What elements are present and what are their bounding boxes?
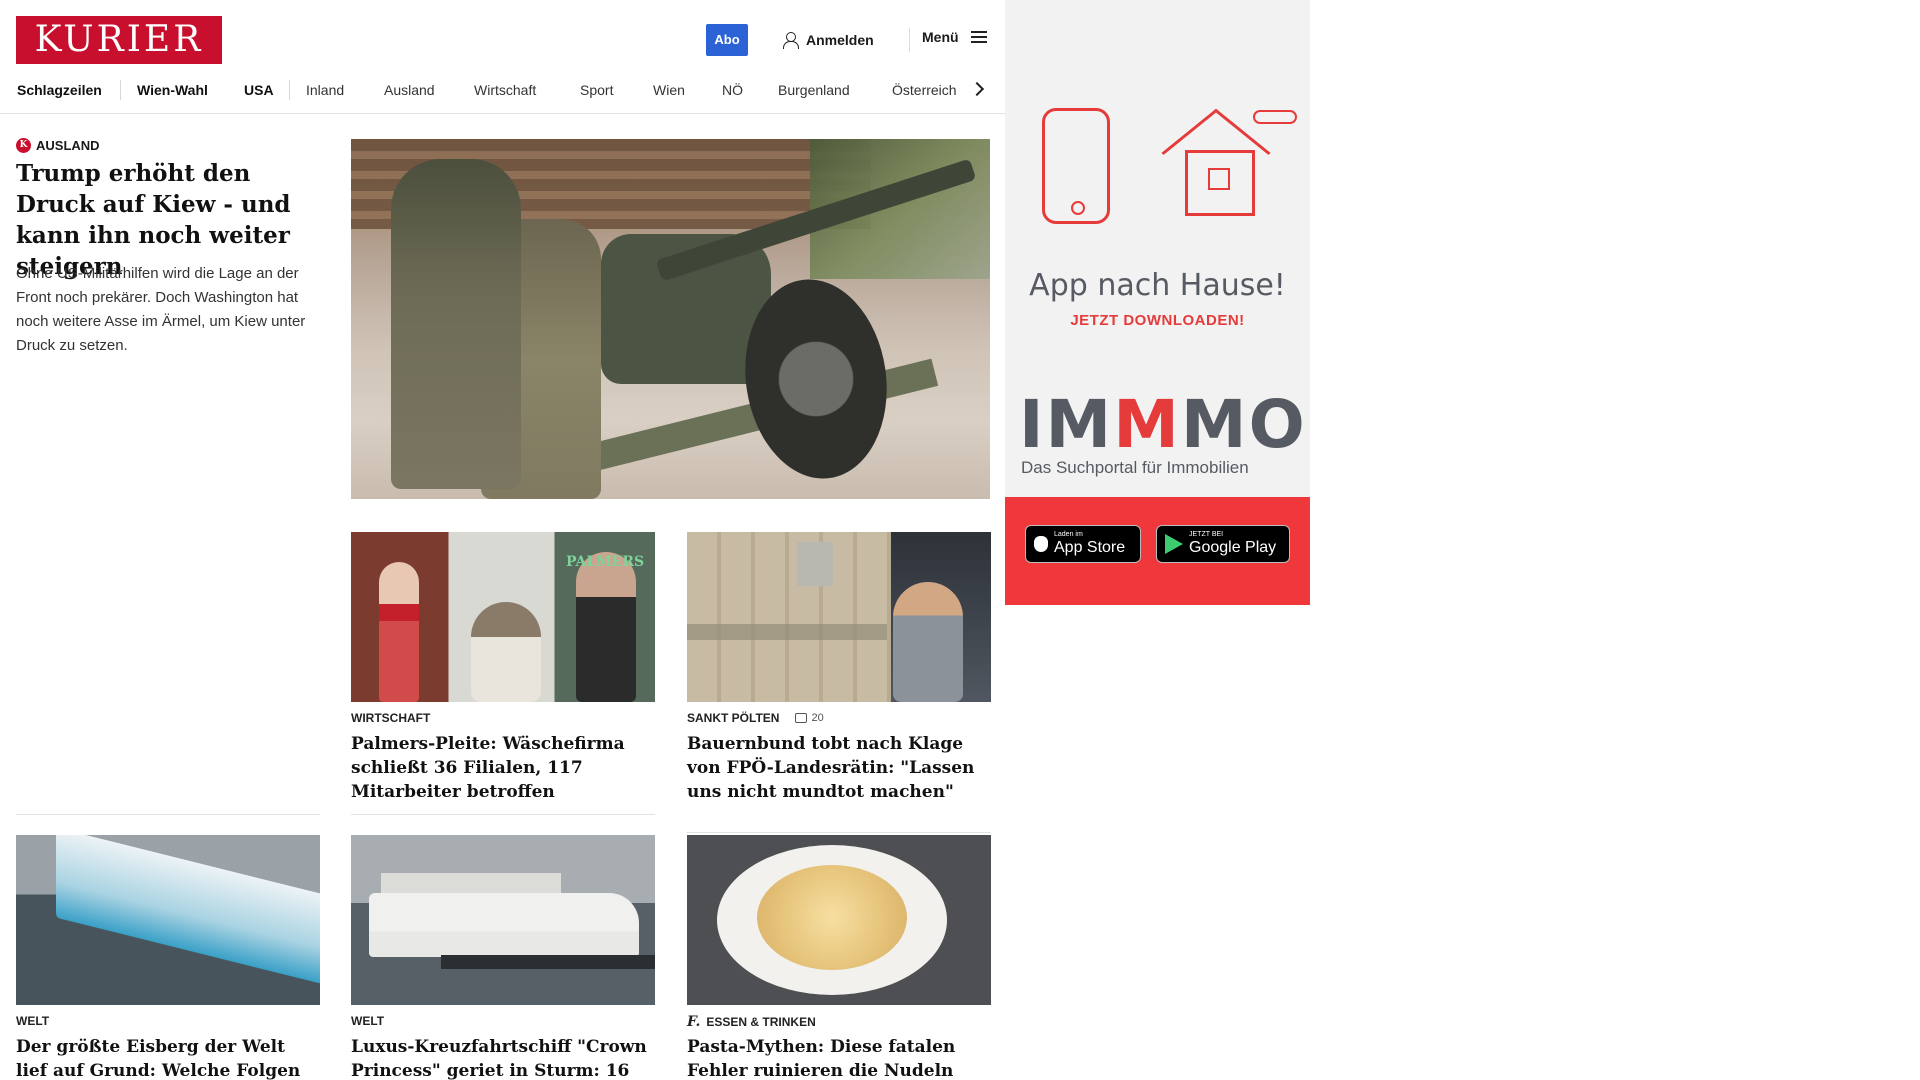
nav-item-wien[interactable]: Wien bbox=[653, 80, 685, 100]
chevron-right-icon[interactable] bbox=[969, 81, 985, 97]
nav-item-schlagzeilen[interactable]: Schlagzeilen bbox=[17, 80, 102, 100]
apple-icon bbox=[1034, 536, 1048, 552]
top-bar: KURIER Abo Anmelden Menü bbox=[0, 0, 1005, 70]
abo-button[interactable]: Abo bbox=[706, 24, 748, 56]
teaser-headline[interactable]: Pasta-Mythen: Diese fatalen Fehler ruini… bbox=[687, 1035, 991, 1080]
teaser-image-pasta[interactable] bbox=[687, 835, 991, 1005]
nav-item-ausland[interactable]: Ausland bbox=[384, 80, 435, 100]
menu-label: Menü bbox=[922, 29, 959, 45]
nav-divider bbox=[289, 80, 290, 100]
teaser-image-eisberg[interactable] bbox=[16, 835, 320, 1005]
phone-icon bbox=[1042, 108, 1110, 224]
house-window-shape bbox=[1208, 168, 1230, 190]
divider bbox=[16, 814, 320, 815]
divider bbox=[687, 832, 991, 833]
comment-icon bbox=[795, 713, 808, 723]
teaser-category[interactable]: ESSEN & TRINKEN bbox=[706, 1015, 815, 1029]
teaser-category[interactable]: WELT bbox=[16, 1014, 49, 1028]
nav-item-oesterreich[interactable]: Österreich bbox=[892, 80, 957, 100]
nav-item-burgenland[interactable]: Burgenland bbox=[778, 80, 850, 100]
comment-count-value: 20 bbox=[811, 712, 824, 724]
teaser-image-ship[interactable] bbox=[351, 835, 655, 1005]
teaser-category[interactable]: WIRTSCHAFT bbox=[351, 711, 430, 725]
comment-count[interactable]: 20 bbox=[795, 712, 824, 724]
teaser-category[interactable]: SANKT PÖLTEN bbox=[687, 711, 779, 725]
lead-category-label: AUSLAND bbox=[36, 138, 100, 153]
divider bbox=[351, 814, 655, 815]
cloud-icon bbox=[1253, 110, 1297, 124]
header-divider bbox=[909, 28, 910, 52]
ad-tagline: Das Suchportal für Immobilien bbox=[1021, 458, 1249, 477]
palmers-sign: PALMERS bbox=[566, 554, 645, 570]
teaser-category[interactable]: WELT bbox=[351, 1014, 384, 1028]
teaser-image-palmers[interactable]: PALMERS bbox=[351, 532, 655, 702]
teaser-headline[interactable]: Der größte Eisberg der Welt lief auf Gru… bbox=[16, 1035, 320, 1080]
hamburger-icon bbox=[970, 31, 987, 43]
teaser-category-row: SANKT PÖLTEN 20 bbox=[687, 711, 824, 725]
nav-item-sport[interactable]: Sport bbox=[580, 80, 613, 100]
nav-item-noe[interactable]: NÖ bbox=[722, 80, 743, 100]
nav-item-wien-wahl[interactable]: Wien-Wahl bbox=[137, 80, 208, 100]
ad-headline: App nach Hause! bbox=[1029, 268, 1286, 303]
category-nav: Schlagzeilen Wien-Wahl USA Inland Auslan… bbox=[0, 74, 1005, 114]
login-label: Anmelden bbox=[806, 32, 874, 48]
lead-category[interactable]: K AUSLAND bbox=[16, 138, 100, 153]
teaser-category-row: f. ESSEN & TRINKEN bbox=[687, 1014, 816, 1030]
kurier-logo[interactable]: KURIER bbox=[16, 16, 222, 64]
kurier-page: KURIER Abo Anmelden Menü Schlagzeilen Wi… bbox=[0, 0, 1005, 1080]
nav-item-usa[interactable]: USA bbox=[244, 80, 274, 100]
kurier-k-icon: K bbox=[16, 138, 31, 153]
login-button[interactable]: Anmelden bbox=[782, 29, 874, 51]
google-play-icon bbox=[1165, 534, 1183, 554]
app-store-button[interactable]: Laden im App Store bbox=[1025, 525, 1141, 563]
nav-item-inland[interactable]: Inland bbox=[306, 80, 344, 100]
lead-teaser-text: Ohne US-Militärhilfen wird die Lage an d… bbox=[16, 265, 306, 354]
menu-button[interactable]: Menü bbox=[922, 29, 987, 45]
nav-item-wirtschaft[interactable]: Wirtschaft bbox=[474, 80, 536, 100]
teaser-headline[interactable]: Bauernbund tobt nach Klage von FPÖ-Lande… bbox=[687, 732, 991, 804]
freizeit-f-icon: f. bbox=[687, 1014, 701, 1030]
immmo-logo: IMMMO bbox=[1019, 386, 1307, 463]
teaser-headline[interactable]: Palmers-Pleite: Wäschefirma schließt 36 … bbox=[351, 732, 655, 804]
lead-image[interactable] bbox=[351, 139, 990, 499]
google-play-button[interactable]: JETZT BEI Google Play bbox=[1156, 525, 1290, 563]
teaser-headline[interactable]: Luxus-Kreuzfahrtschiff "Crown Princess" … bbox=[351, 1035, 655, 1080]
teaser-image-bauernbund[interactable] bbox=[687, 532, 991, 702]
immo-ad-banner[interactable]: App nach Hause! JETZT DOWNLOADEN! IMMMO … bbox=[1005, 0, 1310, 605]
user-icon bbox=[782, 32, 799, 49]
ad-cta[interactable]: JETZT DOWNLOADEN! bbox=[1005, 312, 1310, 329]
nav-divider bbox=[120, 80, 121, 100]
